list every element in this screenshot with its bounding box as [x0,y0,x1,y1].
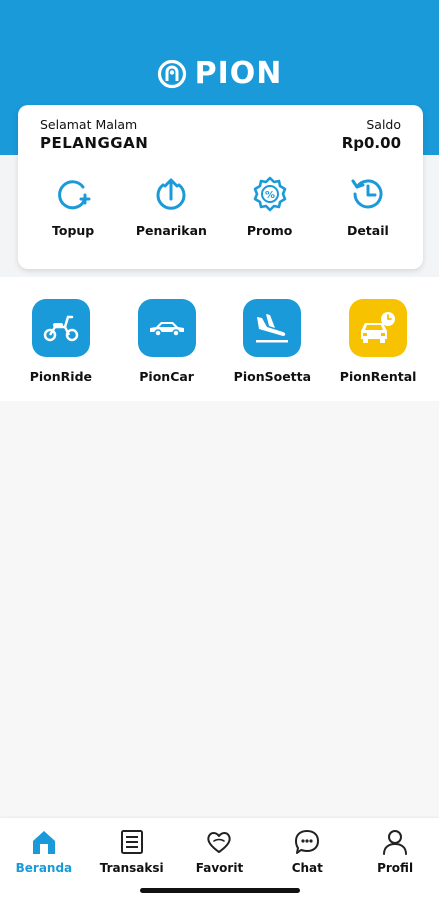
home-icon [32,831,55,854]
airplane-landing-icon [256,314,289,343]
detail-button[interactable]: Detail [320,175,415,238]
balance-value: Rp0.00 [341,134,401,152]
pion-logo-icon [157,59,186,88]
nav-transaksi-label: Transaksi [99,861,164,875]
pionrental-label: PionRental [339,369,417,384]
service-menu: PionRide PionCar PionSoetta PionRental [0,277,439,401]
withdraw-button[interactable]: Penarikan [124,175,219,238]
list-icon [120,830,143,854]
pionsoetta-tile [243,299,302,357]
withdraw-icon [156,178,186,210]
brand-name: PION [194,56,283,91]
heart-icon [207,832,232,853]
svg-text:%: % [265,190,275,201]
nav-profil[interactable]: Profil [352,818,438,900]
brand-logo: PION [0,56,439,91]
withdraw-label: Penarikan [135,223,207,238]
promo-label: Promo [246,223,293,238]
service-pionrental[interactable]: PionRental [330,277,426,401]
user-icon [383,830,408,855]
nav-beranda-label: Beranda [15,861,73,875]
pionride-tile [31,299,90,357]
nav-beranda[interactable]: Beranda [1,818,87,900]
pionride-label: PionRide [29,369,93,384]
nav-favorit-label: Favorit [195,861,244,875]
pionrental-tile [349,299,408,357]
balance-label: Saldo [366,117,401,132]
topup-label: Topup [52,223,95,238]
service-pioncar[interactable]: PionCar [119,277,215,401]
account-card: Selamat Malam PELANGGAN Saldo Rp0.00 Top… [18,105,423,269]
nav-profil-label: Profil [377,861,414,875]
topup-icon [58,180,91,210]
nav-chat-label: Chat [291,861,323,875]
pioncar-label: PionCar [139,369,194,384]
home-indicator [140,888,300,893]
promo-button[interactable]: % Promo [222,175,317,238]
topup-button[interactable]: Topup [26,175,121,238]
scooter-icon [43,315,79,342]
detail-label: Detail [346,223,389,238]
service-pionride[interactable]: PionRide [13,277,109,401]
user-name: PELANGGAN [40,134,149,152]
chat-icon [295,830,320,854]
wallet-actions: Topup Penarikan % Promo Detail [18,175,423,238]
car-rental-icon [361,312,396,343]
car-icon [149,322,184,337]
history-icon [351,179,383,209]
greeting-text: Selamat Malam [40,117,138,132]
pionsoetta-label: PionSoetta [233,369,312,384]
promo-icon: % [253,176,286,212]
pioncar-tile [137,299,196,357]
service-pionsoetta[interactable]: PionSoetta [224,277,320,401]
